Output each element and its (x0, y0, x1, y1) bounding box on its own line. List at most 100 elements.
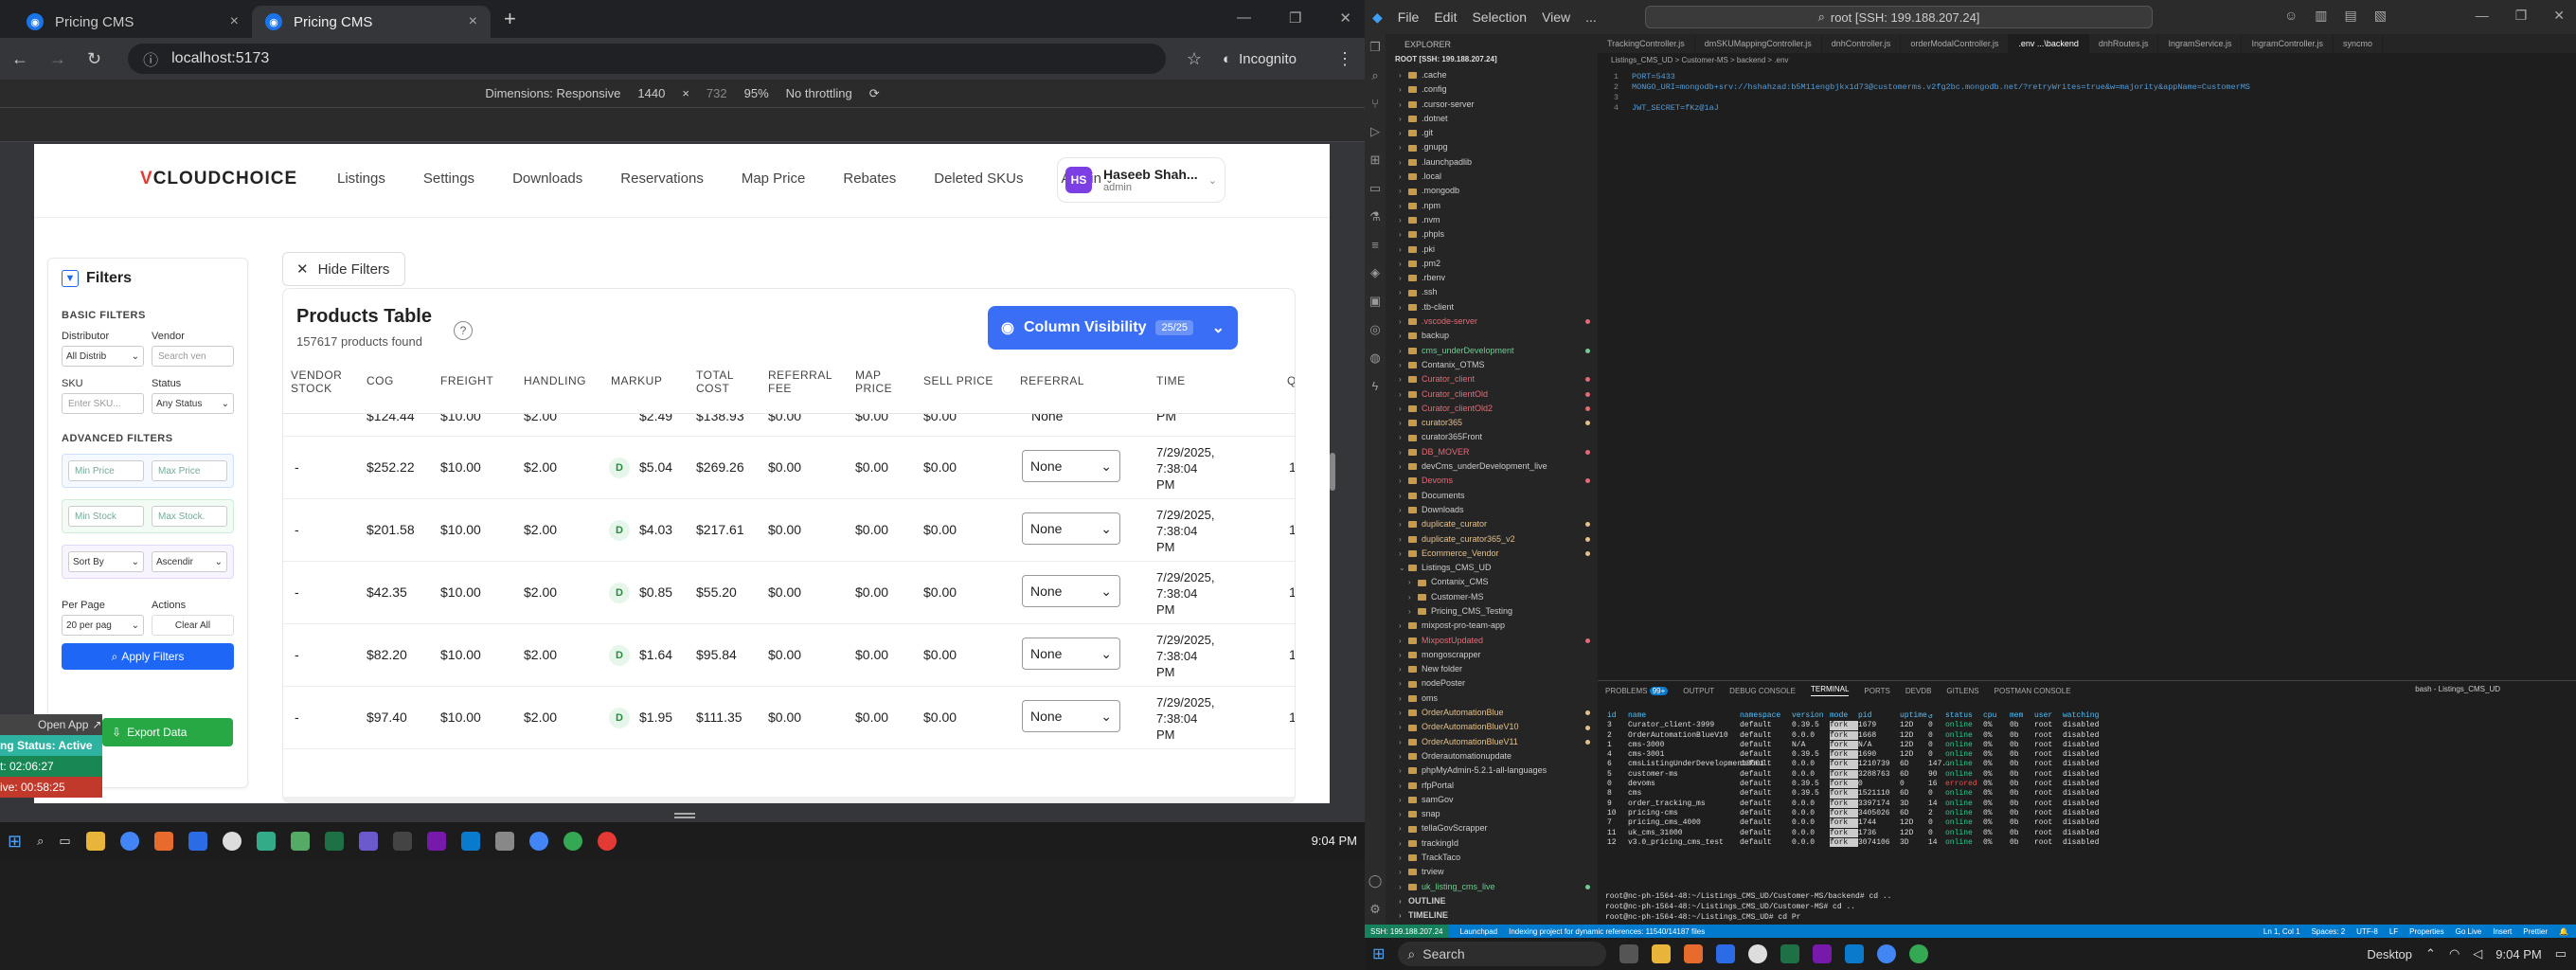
file-tree-item[interactable]: › MixpostUpdated (1386, 634, 1598, 648)
settings-gear-icon[interactable]: ⚙ (1369, 902, 1381, 917)
per-page-select[interactable]: 20 per pag ⌄ (62, 615, 144, 636)
col-handling[interactable]: HANDLING (524, 374, 586, 387)
panel-tab[interactable]: DEBUG CONSOLE (1729, 687, 1796, 695)
clear-all-button[interactable]: Clear All (152, 615, 234, 636)
close-window-icon[interactable]: ✕ (1339, 9, 1351, 27)
file-tree-item[interactable]: › Curator_client (1386, 372, 1598, 386)
file-tree-item[interactable]: › .pki (1386, 242, 1598, 257)
file-tree-item[interactable]: › nodePoster (1386, 676, 1598, 691)
file-tree-item[interactable]: › curator365 (1386, 416, 1598, 430)
thunder-icon[interactable]: ϟ (1372, 379, 1379, 393)
file-tree-item[interactable]: › .mongodb (1386, 184, 1598, 198)
notifications-icon[interactable]: ▭ (2555, 946, 2567, 961)
app-icon[interactable] (1748, 944, 1768, 963)
referral-select[interactable]: None ⌄ (1022, 638, 1120, 670)
incognito-indicator[interactable]: ◐ Incognito (1223, 51, 1297, 67)
nav-downloads[interactable]: Downloads (512, 171, 582, 187)
terminal-title[interactable]: bash - Listings_CMS_UD (2415, 685, 2500, 693)
language-status[interactable]: Properties (2409, 927, 2443, 936)
file-tree-item[interactable]: › .cache (1386, 68, 1598, 82)
docker-icon[interactable]: ▣ (1369, 294, 1381, 309)
editor-tab[interactable]: dnhController.js (1822, 34, 1902, 53)
minimize-icon[interactable]: — (1237, 9, 1251, 27)
app-icon[interactable] (597, 832, 617, 851)
breadcrumb[interactable]: Listings_CMS_UD > Customer-MS > backend … (1598, 53, 2576, 66)
chrome-icon[interactable] (563, 832, 582, 851)
gitlens-icon[interactable]: ◎ (1369, 322, 1380, 337)
speaker-icon[interactable]: ◁ (2473, 946, 2482, 961)
panel-tab[interactable]: OUTPUT (1683, 687, 1714, 695)
file-tree-item[interactable]: › New folder (1386, 662, 1598, 676)
nav-reservations[interactable]: Reservations (620, 171, 704, 187)
nav-deleted-skus[interactable]: Deleted SKUs (934, 171, 1023, 187)
table-row[interactable]: $124.44 $10.00 $2.00 $2.49 $138.93 $0.00… (283, 414, 1295, 437)
search-icon[interactable]: ⌕ (37, 834, 44, 849)
file-tree-item[interactable]: › .pm2 (1386, 257, 1598, 271)
task-view-icon[interactable]: ▭ (59, 834, 70, 849)
file-tree-item[interactable]: › oms (1386, 692, 1598, 706)
col-time[interactable]: TIME (1156, 374, 1186, 387)
resize-handle-bottom[interactable] (674, 813, 695, 818)
file-tree-item[interactable]: › Pricing_CMS_Testing (1386, 604, 1598, 619)
restore-icon[interactable]: ❐ (2515, 8, 2528, 24)
throttle-select[interactable]: No throttling (786, 86, 852, 100)
file-tree-item[interactable]: › snap (1386, 807, 1598, 821)
file-tree-item[interactable]: › Curator_clientOld2 (1386, 402, 1598, 416)
file-tree-item[interactable]: › Devoms (1386, 474, 1598, 488)
tray-up-icon[interactable]: ⌃ (2425, 946, 2436, 961)
search-icon[interactable]: ⌕ (1371, 68, 1378, 83)
col-cog[interactable]: COG (367, 374, 394, 387)
resize-handle-right[interactable] (1330, 453, 1335, 491)
testing-icon[interactable]: ⚗ (1369, 209, 1381, 225)
nav-map-price[interactable]: Map Price (742, 171, 806, 187)
file-tree-item[interactable]: › devCms_underDevelopment_live (1386, 459, 1598, 474)
referral-select[interactable]: None ⌄ (1022, 575, 1120, 607)
file-tree-item[interactable]: › .tb-client (1386, 300, 1598, 314)
editor-tab[interactable]: dmSKUMappingController.js (1695, 34, 1822, 53)
browser-tab-2[interactable]: ◉ Pricing CMS × (252, 6, 491, 38)
launchpad-status[interactable]: Launchpad (1460, 927, 1498, 936)
file-tree-item[interactable]: › uk_listing_cms_live (1386, 880, 1598, 894)
file-tree-item[interactable]: › cms_underDevelopment (1386, 344, 1598, 358)
editor-tab[interactable]: dnhRoutes.js (2089, 34, 2159, 53)
panel-tab[interactable]: TERMINAL (1810, 685, 1850, 696)
layout-icon[interactable]: ▥ (2315, 8, 2327, 24)
cursor-position[interactable]: Ln 1, Col 1 (2263, 927, 2300, 936)
bell-icon[interactable]: 🔔 (2559, 927, 2568, 936)
source-control-icon[interactable]: ⑂ (1371, 97, 1379, 111)
max-stock-input[interactable]: Max Stock. (152, 506, 227, 527)
vendor-search-input[interactable]: Search ven (152, 346, 234, 367)
column-visibility-button[interactable]: ◉ Column Visibility 25/25 ⌄ (988, 306, 1238, 350)
python-icon[interactable]: ◈ (1370, 265, 1380, 280)
excel-icon[interactable] (324, 832, 344, 851)
address-bar[interactable]: ⓘ localhost:5173 (128, 44, 1166, 74)
database-icon[interactable]: ≡ (1371, 238, 1379, 252)
panel-tab[interactable]: POSTMAN CONSOLE (1995, 687, 2071, 695)
open-app-button[interactable]: Open App ↗ (0, 714, 102, 735)
onenote-icon[interactable] (1813, 944, 1833, 963)
app-icon[interactable] (188, 832, 207, 851)
export-data-button[interactable]: ⇩ Export Data (102, 718, 233, 746)
editor-tab[interactable]: IngramService.js (2158, 34, 2243, 53)
onenote-icon[interactable] (426, 832, 446, 851)
go-live-button[interactable]: Go Live (2456, 927, 2482, 936)
nav-settings[interactable]: Settings (423, 171, 474, 187)
wifi-icon[interactable]: ◠ (2449, 946, 2460, 961)
file-tree-item[interactable]: › phpMyAdmin-5.2.1-all-languages (1386, 763, 1598, 778)
sku-input[interactable]: Enter SKU... (62, 393, 144, 414)
referral-select[interactable]: None ⌄ (1022, 512, 1120, 545)
code-line[interactable]: 4 JWT_SECRET=fKz@1aJ (1598, 103, 2576, 114)
referral-select[interactable]: None ⌄ (1022, 450, 1120, 482)
horizontal-scrollbar[interactable] (283, 797, 1295, 802)
desktop-label[interactable]: Desktop (2367, 947, 2412, 961)
menu-selection[interactable]: Selection (1472, 9, 1527, 25)
hide-filters-button[interactable]: ✕ Hide Filters (282, 252, 405, 286)
editor-tab[interactable]: TrackingController.js (1598, 34, 1695, 53)
close-window-icon[interactable]: ✕ (2553, 8, 2565, 24)
file-tree-item[interactable]: › OrderAutomationBlueV11 (1386, 735, 1598, 749)
code-line[interactable]: 2 MONGO_URI=mongodb+srv://hshahzad:b5M11e… (1598, 82, 2576, 93)
table-row[interactable]: - $82.20 $10.00 $2.00 D $1.64 $95.84 $0.00 $0.00… (283, 624, 1295, 687)
panel-tab[interactable]: GITLENS (1946, 687, 1978, 695)
rotate-icon[interactable]: ⟳ (869, 86, 880, 101)
app-icon[interactable] (392, 832, 412, 851)
